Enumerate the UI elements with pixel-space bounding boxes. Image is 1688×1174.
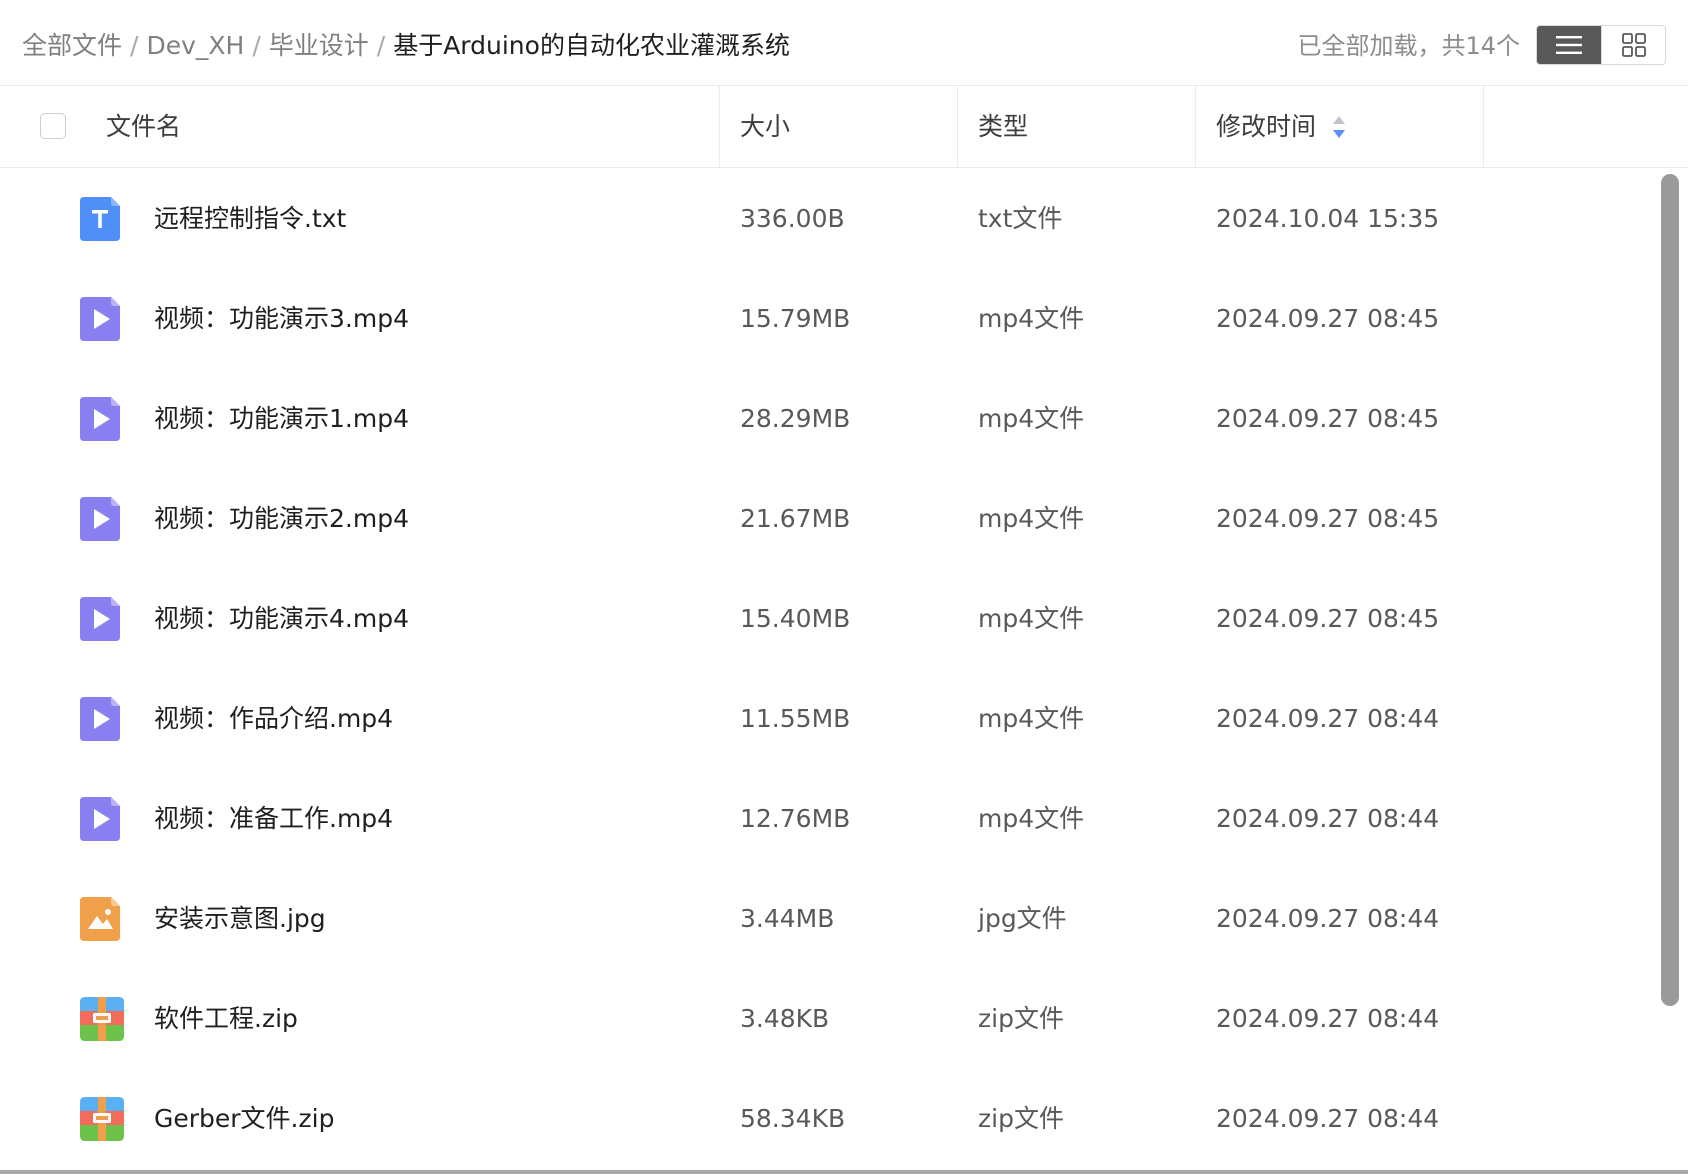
file-modified-time: 2024.09.27 08:44 (1216, 804, 1440, 833)
file-type: zip文件 (978, 1104, 1064, 1133)
video-file-icon (80, 597, 120, 641)
file-name[interactable]: Gerber文件.zip (154, 1069, 334, 1169)
file-size: 12.76MB (740, 804, 851, 833)
file-name[interactable]: 软件工程.zip (154, 969, 298, 1069)
video-file-icon (80, 397, 120, 441)
grid-view-icon (1621, 33, 1646, 57)
top-bar: 全部文件 / Dev_XH / 毕业设计 / 基于Arduino的自动化农业灌溉… (0, 0, 1688, 86)
txt-file-icon (80, 197, 120, 241)
file-row[interactable]: 远程控制指令.txt 336.00B txt文件 2024.10.04 15:35 (0, 169, 1660, 269)
column-divider[interactable] (719, 86, 720, 167)
file-modified-time: 2024.09.27 08:44 (1216, 904, 1440, 933)
file-name[interactable]: 视频：功能演示2.mp4 (154, 469, 409, 569)
breadcrumb-item-dev-xh[interactable]: Dev_XH (146, 26, 244, 66)
file-name[interactable]: 视频：功能演示3.mp4 (154, 269, 409, 369)
file-type: mp4文件 (978, 304, 1085, 333)
file-row[interactable]: 视频：准备工作.mp4 12.76MB mp4文件 2024.09.27 08:44 (0, 769, 1660, 869)
file-name[interactable]: 安装示意图.jpg (154, 869, 326, 969)
file-size: 3.44MB (740, 904, 835, 933)
file-name[interactable]: 视频：功能演示4.mp4 (154, 569, 409, 669)
list-view-icon (1556, 36, 1582, 54)
file-size: 28.29MB (740, 404, 851, 433)
breadcrumb-separator: / (252, 31, 261, 60)
column-divider[interactable] (1195, 86, 1196, 167)
file-type: jpg文件 (978, 904, 1067, 933)
breadcrumb-separator: / (130, 31, 139, 60)
file-type: mp4文件 (978, 804, 1085, 833)
breadcrumb-separator: / (376, 31, 386, 60)
file-list: 远程控制指令.txt 336.00B txt文件 2024.10.04 15:35 视… (0, 168, 1688, 1174)
grid-view-button[interactable] (1601, 26, 1665, 64)
column-divider[interactable] (957, 86, 958, 167)
breadcrumb-current-folder: 基于Arduino的自动化农业灌溉系统 (393, 31, 790, 60)
file-row[interactable]: 软件工程.zip 3.48KB zip文件 2024.09.27 08:44 (0, 969, 1660, 1069)
file-size: 3.48KB (740, 1004, 830, 1033)
file-size: 58.34KB (740, 1104, 846, 1133)
list-view-button[interactable] (1537, 26, 1601, 64)
file-modified-time: 2024.09.27 08:44 (1216, 1104, 1440, 1133)
file-row[interactable]: 安装示意图.jpg 3.44MB jpg文件 2024.09.27 08:44 (0, 869, 1660, 969)
file-type: zip文件 (978, 1004, 1064, 1033)
file-row[interactable]: 视频：功能演示3.mp4 15.79MB mp4文件 2024.09.27 08:45 (0, 269, 1660, 369)
file-modified-time: 2024.09.27 08:45 (1216, 504, 1440, 533)
file-modified-time: 2024.09.27 08:45 (1216, 404, 1440, 433)
video-file-icon (80, 797, 120, 841)
file-modified-time: 2024.09.27 08:45 (1216, 604, 1440, 633)
file-modified-time: 2024.09.27 08:44 (1216, 1004, 1440, 1033)
breadcrumb-item-all-files[interactable]: 全部文件 (22, 26, 122, 66)
file-row[interactable]: 视频：功能演示2.mp4 21.67MB mp4文件 2024.09.27 08:45 (0, 469, 1660, 569)
video-file-icon (80, 497, 120, 541)
archive-file-icon (80, 997, 124, 1041)
file-size: 15.79MB (740, 304, 851, 333)
file-name[interactable]: 视频：作品介绍.mp4 (154, 669, 393, 769)
video-file-icon (80, 697, 120, 741)
file-row[interactable]: 视频：作品介绍.mp4 11.55MB mp4文件 2024.09.27 08:44 (0, 669, 1660, 769)
column-header-type[interactable]: 类型 (978, 86, 1028, 167)
select-all-checkbox[interactable] (40, 113, 66, 139)
breadcrumb-item-graduation-design[interactable]: 毕业设计 (269, 26, 369, 66)
file-row[interactable]: 视频：功能演示4.mp4 15.40MB mp4文件 2024.09.27 08:45 (0, 569, 1660, 669)
image-file-icon (80, 897, 120, 941)
file-size: 21.67MB (740, 504, 851, 533)
file-modified-time: 2024.09.27 08:45 (1216, 304, 1440, 333)
file-type: txt文件 (978, 204, 1063, 233)
column-divider[interactable] (1483, 86, 1484, 167)
table-header: 文件名 大小 类型 修改时间 (0, 86, 1688, 168)
file-modified-time: 2024.10.04 15:35 (1216, 204, 1440, 233)
file-type: mp4文件 (978, 704, 1085, 733)
file-browser: 全部文件 / Dev_XH / 毕业设计 / 基于Arduino的自动化农业灌溉… (0, 0, 1688, 1174)
column-header-size[interactable]: 大小 (740, 86, 790, 167)
view-toggle (1536, 25, 1666, 65)
file-name[interactable]: 视频：准备工作.mp4 (154, 769, 393, 869)
breadcrumb: 全部文件 / Dev_XH / 毕业设计 / 基于Arduino的自动化农业灌溉… (22, 26, 790, 66)
video-file-icon (80, 297, 120, 341)
file-name[interactable]: 视频：功能演示1.mp4 (154, 369, 409, 469)
load-status-text: 已全部加载，共14个 (1297, 32, 1520, 60)
file-size: 15.40MB (740, 604, 851, 633)
column-header-name[interactable]: 文件名 (106, 86, 181, 167)
file-name[interactable]: 远程控制指令.txt (154, 169, 346, 269)
file-size: 11.55MB (740, 704, 851, 733)
column-header-modified[interactable]: 修改时间 (1216, 86, 1316, 167)
file-type: mp4文件 (978, 604, 1085, 633)
window-bottom-edge (0, 1170, 1688, 1174)
file-modified-time: 2024.09.27 08:44 (1216, 704, 1440, 733)
file-type: mp4文件 (978, 404, 1085, 433)
file-size: 336.00B (740, 204, 845, 233)
file-row[interactable]: Gerber文件.zip 58.34KB zip文件 2024.09.27 08:44 (0, 1069, 1660, 1169)
sort-caret-icon[interactable] (1332, 114, 1346, 140)
archive-file-icon (80, 1097, 124, 1141)
file-row[interactable]: 视频：功能演示1.mp4 28.29MB mp4文件 2024.09.27 08:45 (0, 369, 1660, 469)
vertical-scrollbar[interactable] (1661, 174, 1679, 1006)
file-type: mp4文件 (978, 504, 1085, 533)
